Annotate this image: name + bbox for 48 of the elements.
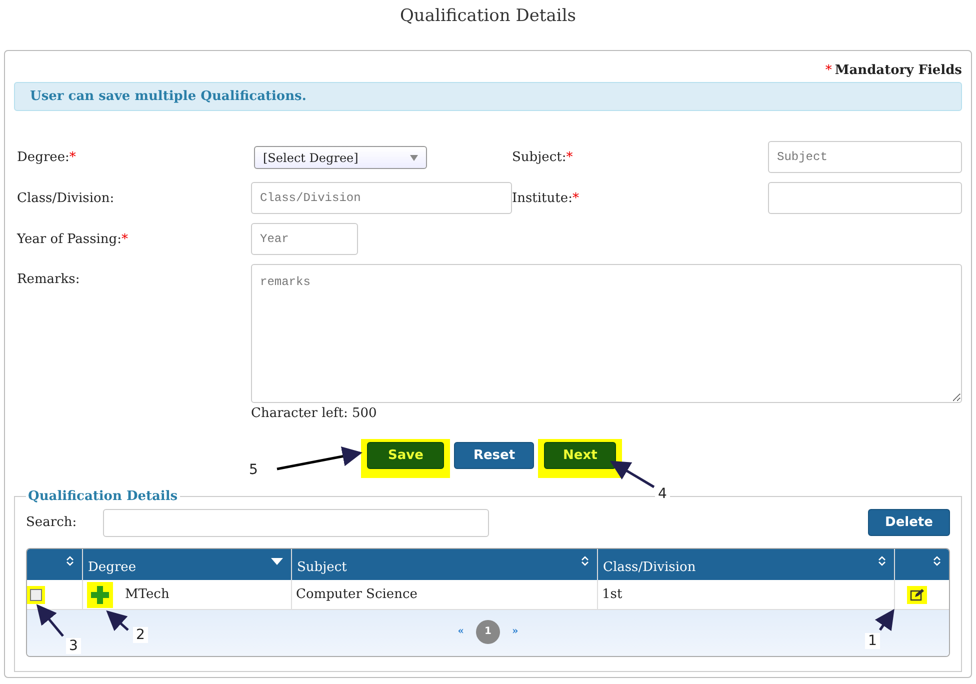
degree-select[interactable]: [Select Degree]	[254, 146, 427, 169]
table-cell: Computer Science	[296, 587, 418, 602]
row-checkbox[interactable]	[30, 588, 42, 600]
mandatory-note: * Mandatory Fields	[825, 63, 962, 80]
annotation-number: 1	[865, 633, 880, 649]
form-button[interactable]: Save	[367, 442, 444, 469]
form-button[interactable]: Reset	[454, 442, 534, 469]
sort-icon[interactable]	[581, 556, 589, 566]
previous-page-link[interactable]: «	[458, 626, 464, 637]
field-label: Year of Passing:*	[17, 232, 130, 246]
search-field[interactable]	[102, 508, 489, 536]
form-button[interactable]: Next	[544, 442, 616, 469]
sort-icon[interactable]	[933, 556, 941, 566]
column-header[interactable]: Degree	[88, 560, 136, 575]
section-legend: Qualification Details	[26, 489, 180, 504]
field-label: Degree:*	[17, 150, 77, 164]
text-input[interactable]: Subject	[768, 141, 962, 173]
field-label: Class/Division:	[17, 190, 116, 206]
sort-icon[interactable]	[878, 556, 886, 566]
year-input[interactable]: Year	[251, 223, 358, 255]
annotation-arrow	[610, 460, 655, 488]
annotation-arrow	[874, 608, 894, 632]
annotation-arrow	[106, 610, 129, 632]
dropdown-caret-icon	[410, 154, 418, 160]
table-cell: 1st	[602, 587, 622, 602]
text-input[interactable]: Class/Division	[251, 182, 512, 214]
field-label: Remarks:	[17, 271, 81, 287]
edit-icon[interactable]	[910, 588, 924, 600]
info-message: User can save multiple Qualifications.	[14, 82, 962, 111]
column-header[interactable]: Class/Division	[603, 560, 696, 575]
page-number[interactable]: 1	[476, 620, 500, 644]
remarks-textarea[interactable]: remarks	[251, 264, 962, 403]
delete-button[interactable]: Delete	[868, 509, 950, 536]
page-title: Qualification Details	[398, 5, 577, 28]
search-label: Search:	[26, 515, 77, 530]
annotation-number: 3	[66, 638, 81, 654]
sort-descending-icon[interactable]	[271, 558, 283, 565]
plus-icon[interactable]	[90, 584, 110, 604]
table-cell: MTech	[125, 587, 170, 602]
field-label: Institute:*	[512, 190, 580, 206]
sort-icon[interactable]	[66, 556, 74, 566]
annotation-number: 2	[133, 627, 148, 643]
character-counter: Character left: 500	[251, 406, 378, 421]
annotation-arrow	[36, 604, 64, 637]
text-input[interactable]	[768, 182, 962, 214]
column-header[interactable]: Subject	[297, 560, 347, 575]
next-page-link[interactable]: »	[512, 626, 518, 637]
field-label: Subject:*	[512, 150, 574, 164]
